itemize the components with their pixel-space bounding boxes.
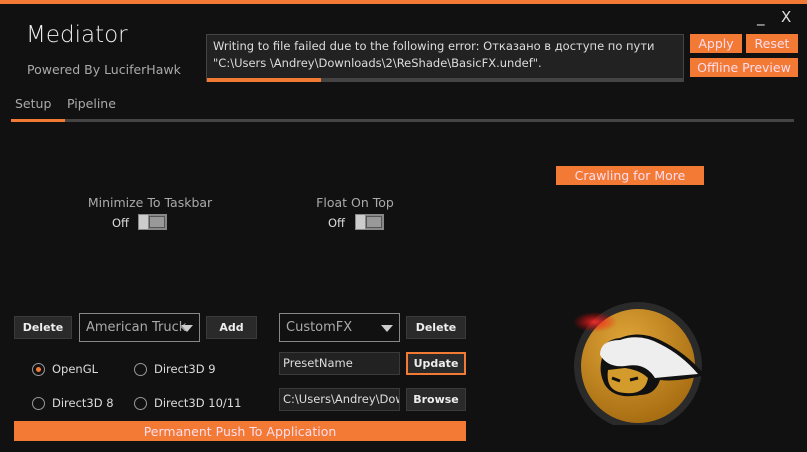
tab-active-indicator [11, 119, 65, 122]
chevron-down-icon [181, 325, 193, 332]
status-message: Writing to file failed due to the follow… [213, 39, 655, 70]
radio-opengl[interactable]: OpenGL [32, 362, 98, 376]
window-top-border [0, 0, 807, 4]
float-on-top-state: Off [328, 216, 345, 230]
status-progress-bar [207, 78, 683, 82]
game-select[interactable]: American Truck [79, 313, 200, 342]
status-message-box: Writing to file failed due to the follow… [206, 34, 684, 82]
radio-circle [32, 362, 45, 376]
tab-underline [11, 119, 794, 122]
permanent-push-button[interactable]: Permanent Push To Application [14, 421, 466, 441]
status-progress-fill [207, 78, 322, 82]
game-select-value: American Truck [86, 320, 187, 335]
preset-name-input[interactable]: PresetName [279, 352, 400, 375]
tab-pipeline[interactable]: Pipeline [67, 96, 116, 111]
radio-label: Direct3D 10/11 [154, 396, 242, 410]
add-game-button[interactable]: Add [206, 316, 257, 339]
radio-circle [32, 396, 45, 410]
minimize-to-taskbar-label: Minimize To Taskbar [87, 195, 213, 210]
app-subtitle: Powered By LuciferHawk [27, 62, 181, 77]
apply-button[interactable]: Apply [690, 34, 742, 53]
radio-label: Direct3D 9 [154, 362, 216, 376]
radio-label: Direct3D 8 [52, 396, 114, 410]
preset-select-value: CustomFX [286, 320, 353, 335]
preset-select[interactable]: CustomFX [279, 313, 400, 342]
offline-preview-button[interactable]: Offline Preview [690, 58, 798, 77]
float-on-top-toggle[interactable] [355, 214, 384, 230]
path-input[interactable]: C:\Users\Andrey\Downloads [279, 388, 400, 411]
reshade-logo-icon [573, 302, 705, 425]
delete-preset-button[interactable]: Delete [406, 316, 466, 339]
browse-button[interactable]: Browse [406, 388, 466, 411]
crawling-for-more-button[interactable]: Crawling for More [556, 166, 704, 185]
radio-circle [134, 396, 147, 410]
chevron-down-icon [381, 325, 393, 332]
reset-button[interactable]: Reset [746, 34, 798, 53]
radio-direct3d10-11[interactable]: Direct3D 10/11 [134, 396, 241, 410]
delete-game-button[interactable]: Delete [14, 316, 72, 339]
update-button[interactable]: Update [406, 352, 466, 375]
close-button[interactable]: X [781, 8, 791, 26]
radio-direct3d8[interactable]: Direct3D 8 [32, 396, 114, 410]
minimize-to-taskbar-state: Off [112, 216, 129, 230]
radio-circle [134, 362, 147, 376]
radio-direct3d9[interactable]: Direct3D 9 [134, 362, 216, 376]
radio-label: OpenGL [52, 362, 99, 376]
tab-setup[interactable]: Setup [15, 96, 51, 111]
minimize-button[interactable]: _ [757, 8, 765, 26]
app-title: Mediator [26, 22, 128, 48]
float-on-top-label: Float On Top [316, 195, 394, 210]
minimize-to-taskbar-toggle[interactable] [138, 214, 167, 230]
